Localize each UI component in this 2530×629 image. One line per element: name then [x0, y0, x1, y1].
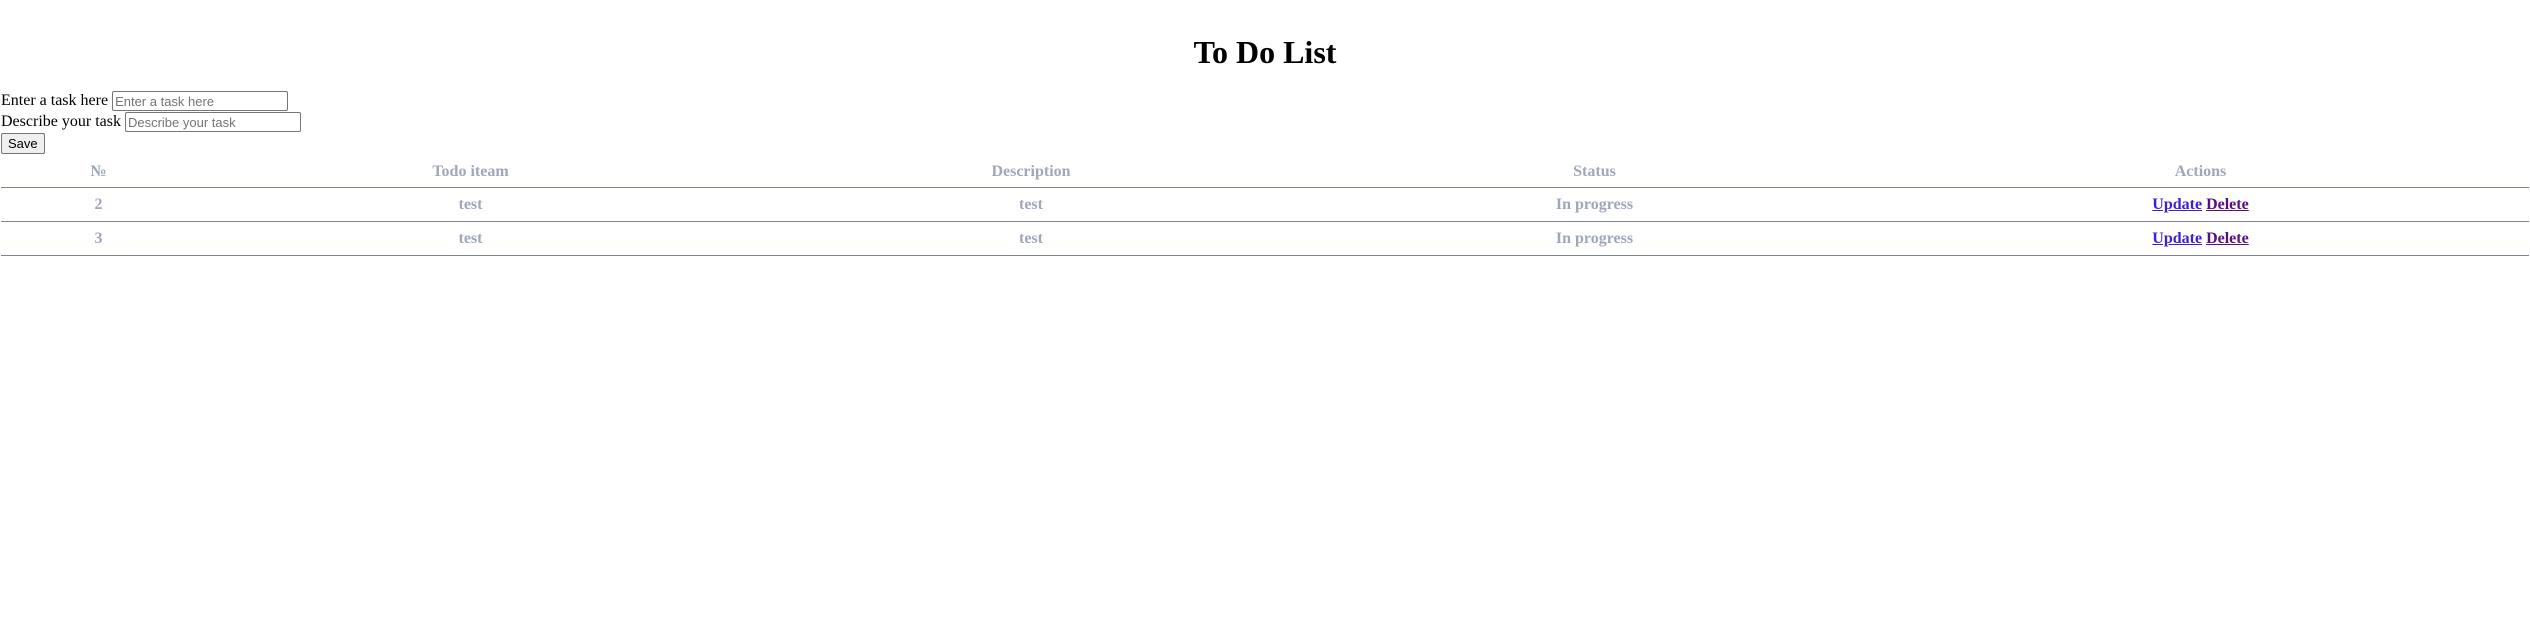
update-link[interactable]: Update	[2152, 196, 2202, 213]
update-link[interactable]: Update	[2152, 230, 2202, 247]
task-form: Enter a task here Describe your task Sav…	[0, 90, 2530, 154]
row-number: 3	[1, 221, 196, 256]
description-label: Describe your task	[1, 113, 121, 130]
row-status: In progress	[1317, 187, 1872, 222]
row-actions: Update Delete	[1872, 221, 2529, 256]
delete-link[interactable]: Delete	[2206, 196, 2249, 213]
description-row: Describe your task	[1, 111, 2530, 133]
todo-table: № Todo iteam Description Status Actions …	[1, 157, 2529, 256]
header-description: Description	[745, 157, 1317, 188]
row-number: 2	[1, 187, 196, 222]
save-button[interactable]: Save	[1, 133, 45, 154]
row-todo-item: test	[196, 221, 745, 256]
row-description: test	[745, 221, 1317, 256]
header-todo-item: Todo iteam	[196, 157, 745, 188]
row-actions: Update Delete	[1872, 187, 2529, 222]
row-description: test	[745, 187, 1317, 222]
row-todo-item: test	[196, 187, 745, 222]
header-number: №	[1, 157, 196, 188]
header-actions: Actions	[1872, 157, 2529, 188]
header-status: Status	[1317, 157, 1872, 188]
description-input[interactable]	[124, 112, 301, 133]
table-header-row: № Todo iteam Description Status Actions	[1, 157, 2529, 188]
row-status: In progress	[1317, 221, 1872, 256]
table-row: 2 test test In progress Update Delete	[1, 187, 2529, 222]
table-row: 3 test test In progress Update Delete	[1, 221, 2529, 256]
task-label: Enter a task here	[1, 92, 109, 109]
task-row: Enter a task here	[1, 90, 2530, 112]
page-title: To Do List	[1193, 34, 1337, 70]
delete-link[interactable]: Delete	[2206, 230, 2249, 247]
task-input[interactable]	[112, 91, 289, 112]
save-row: Save	[1, 133, 2530, 154]
